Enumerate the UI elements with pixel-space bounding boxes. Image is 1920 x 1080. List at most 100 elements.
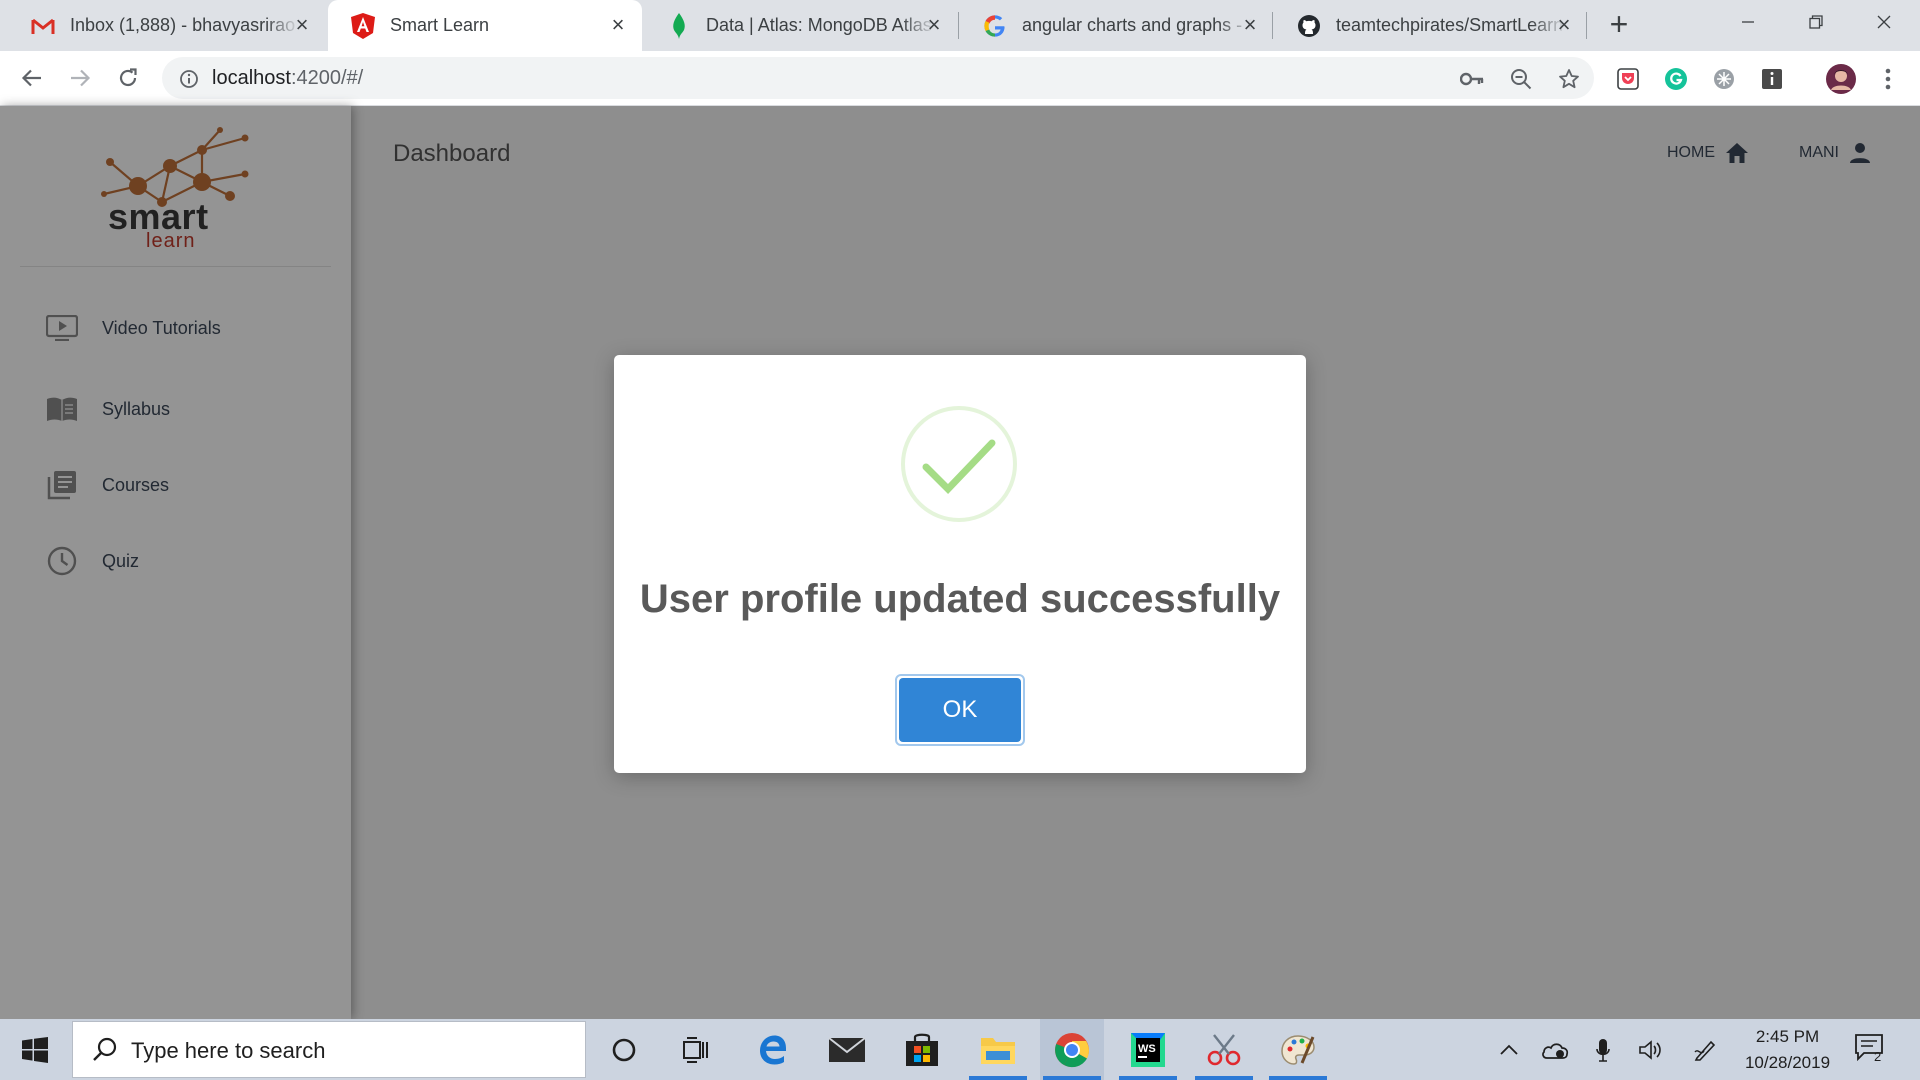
reload-icon <box>119 68 137 87</box>
reload-button[interactable] <box>110 60 146 96</box>
site-info-icon[interactable] <box>176 66 202 92</box>
mail-envelope-icon <box>828 1036 866 1062</box>
profile-avatar-icon[interactable] <box>1824 62 1858 96</box>
new-tab-button[interactable]: + <box>1602 8 1636 42</box>
forward-button[interactable] <box>62 60 98 96</box>
info-extension-icon[interactable] <box>1758 65 1786 93</box>
github-icon <box>1296 13 1322 39</box>
google-icon <box>982 13 1008 39</box>
running-indicator <box>1043 1076 1101 1080</box>
folder-icon <box>981 1037 1015 1064</box>
taskbar-search-box[interactable]: Type here to search <box>72 1021 586 1078</box>
tab-gmail[interactable]: Inbox (1,888) - bhavyasrirao × <box>8 0 326 51</box>
chrome-icon <box>1055 1032 1089 1067</box>
close-tab-icon[interactable]: × <box>922 13 946 37</box>
gmail-icon <box>30 13 56 39</box>
cortana-circle-icon <box>612 1038 636 1061</box>
tab-github[interactable]: teamtechpirates/SmartLearn × <box>1274 0 1588 51</box>
extension-icon[interactable] <box>1710 65 1738 93</box>
minimize-button[interactable] <box>1714 0 1782 44</box>
start-button[interactable] <box>0 1019 70 1080</box>
onedrive-tray-icon[interactable] <box>1540 1035 1570 1065</box>
back-button[interactable] <box>14 60 50 96</box>
restore-icon <box>1809 15 1823 29</box>
url-path: :4200/#/ <box>290 67 364 89</box>
app-page: smart learn Video Tutorials Syllabus Cou… <box>0 106 1920 1019</box>
tab-title: Smart Learn <box>390 15 490 35</box>
tab-title: angular charts and graphs - Google Searc… <box>1022 15 1252 35</box>
grammarly-icon[interactable] <box>1662 65 1690 93</box>
running-indicator <box>1195 1076 1253 1080</box>
svg-text:WS: WS <box>1138 1043 1156 1055</box>
taskbar-file-explorer[interactable] <box>966 1019 1030 1080</box>
clock-time: 2:45 PM <box>1755 1027 1820 1046</box>
address-bar[interactable]: localhost:4200/#/ <box>162 57 1594 99</box>
success-check-icon <box>901 406 1017 522</box>
pen-workspace-tray-icon[interactable] <box>1690 1035 1720 1065</box>
search-placeholder: Type here to search <box>131 1038 326 1063</box>
tab-mongodb-atlas[interactable]: Data | Atlas: MongoDB Atlas × <box>644 0 958 51</box>
windows-logo-icon <box>22 1036 48 1063</box>
dialog-title: User profile updated successfully <box>639 577 1281 621</box>
task-view-icon <box>683 1036 708 1063</box>
scissors-icon <box>1207 1033 1241 1065</box>
taskbar-snipping-tool[interactable] <box>1192 1019 1256 1080</box>
tab-separator <box>1272 12 1273 39</box>
running-indicator <box>969 1076 1027 1080</box>
angular-icon <box>350 12 376 39</box>
tab-title: Data | Atlas: MongoDB Atlas <box>706 15 932 35</box>
close-window-button[interactable] <box>1850 0 1918 44</box>
tab-smart-learn[interactable]: Smart Learn × <box>328 0 642 51</box>
taskbar-mail[interactable] <box>815 1019 879 1080</box>
close-tab-icon[interactable]: × <box>290 13 314 37</box>
minimize-icon <box>1742 21 1754 23</box>
search-icon <box>93 1037 117 1061</box>
task-view-button[interactable] <box>664 1019 728 1080</box>
success-dialog: User profile updated successfully OK <box>614 355 1306 773</box>
cortana-button[interactable] <box>592 1019 656 1080</box>
close-tab-icon[interactable]: × <box>1238 13 1262 37</box>
taskbar-edge[interactable] <box>741 1019 805 1080</box>
running-indicator <box>1119 1076 1177 1080</box>
browser-tab-strip: Inbox (1,888) - bhavyasrirao × Smart Lea… <box>0 0 1920 51</box>
taskbar-clock[interactable]: 2:45 PM 10/28/2019 <box>1720 1024 1855 1076</box>
browser-toolbar: localhost:4200/#/ <box>0 51 1920 106</box>
pocket-extension-icon[interactable] <box>1614 65 1642 93</box>
key-icon[interactable] <box>1459 66 1485 92</box>
close-tab-icon[interactable]: × <box>1552 13 1576 37</box>
taskbar-chrome[interactable] <box>1040 1019 1104 1080</box>
url-host: localhost <box>212 67 291 89</box>
action-center-button[interactable]: 2 <box>1854 1033 1892 1067</box>
clock-date: 10/28/2019 <box>1744 1053 1831 1072</box>
taskbar-store[interactable] <box>890 1019 954 1080</box>
edge-browser-icon <box>760 1035 786 1064</box>
tab-title: teamtechpirates/SmartLearn <box>1336 15 1564 35</box>
store-bag-icon <box>906 1033 938 1066</box>
chevron-up-icon <box>1500 1044 1518 1055</box>
microphone-tray-icon[interactable] <box>1588 1035 1618 1065</box>
zoom-out-icon[interactable] <box>1508 66 1534 92</box>
volume-tray-icon[interactable] <box>1636 1035 1666 1065</box>
back-arrow-icon <box>21 69 41 87</box>
tab-title: Inbox (1,888) - bhavyasrirao <box>70 15 296 35</box>
restore-button[interactable] <box>1782 0 1850 44</box>
taskbar-paint[interactable] <box>1266 1019 1330 1080</box>
tab-google-search[interactable]: angular charts and graphs - Google Searc… <box>960 0 1274 51</box>
bookmark-star-icon[interactable] <box>1556 66 1582 92</box>
url-text: localhost:4200/#/ <box>212 67 363 90</box>
close-window-icon <box>1877 15 1891 29</box>
show-hidden-icons-button[interactable] <box>1494 1035 1524 1065</box>
close-tab-icon[interactable]: × <box>606 13 630 37</box>
running-indicator <box>1269 1076 1327 1080</box>
tab-separator <box>958 12 959 39</box>
taskbar-webstorm[interactable]: WS <box>1116 1019 1180 1080</box>
notification-count-badge: 2 <box>1874 1049 1882 1064</box>
browser-menu-icon[interactable] <box>1874 65 1902 93</box>
mongodb-leaf-icon <box>666 12 692 39</box>
tab-separator <box>1586 12 1587 39</box>
windows-taskbar: Type here to search WS 2:45 PM 10/28/201… <box>0 1019 1920 1080</box>
ok-button[interactable]: OK <box>899 678 1021 742</box>
paint-palette-icon <box>1281 1034 1315 1065</box>
webstorm-icon: WS <box>1131 1032 1165 1067</box>
forward-arrow-icon <box>71 69 91 87</box>
